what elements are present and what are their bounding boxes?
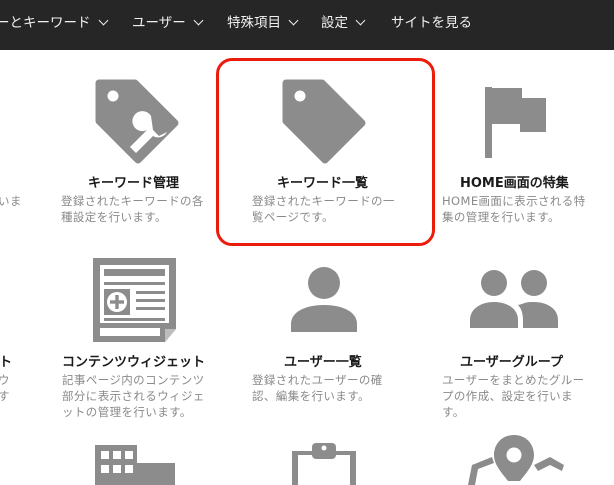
clipboard-icon — [292, 443, 356, 485]
newspaper-plus-icon — [93, 258, 176, 342]
tile-desc-line1: 登録されたユーザーの確 — [252, 373, 383, 387]
tile-title: HOME画面の特集 — [460, 176, 569, 191]
tile-row3-building[interactable] — [55, 435, 215, 485]
tile-title: キーワード管理 — [88, 176, 180, 191]
tile-partial-left-2[interactable]: ト ウ す — [0, 250, 40, 430]
tile-desc-line1: ユーザーをまとめたグルー — [442, 373, 585, 387]
building-icon — [95, 445, 175, 485]
tile-title: ト — [0, 355, 13, 370]
tile-keyword-list[interactable]: キーワード一覧 登録されたキーワードの一 覧ページです。 — [222, 50, 432, 240]
tag-icon — [282, 79, 366, 164]
tile-desc-line2: 種設定を行います。 — [61, 210, 167, 224]
tile-home-feature[interactable]: HOME画面の特集 HOME画面に表示される特 集の管理を行います。 — [436, 50, 614, 240]
tile-desc-line2: プの作成、設定を行いま — [442, 389, 573, 403]
flag-icon — [485, 87, 546, 158]
tile-desc-line1: HOME画面に表示される特 — [442, 194, 586, 208]
tile-desc-line1: 登録されたキーワードの各 — [61, 194, 204, 208]
nav-item-label: ユーザー — [132, 15, 186, 31]
tile-title: コンテンツウィジェット — [62, 355, 206, 370]
tile-partial-left-1[interactable]: いま — [0, 50, 40, 240]
tile-title: キーワード一覧 — [277, 176, 369, 191]
nav-item-special[interactable]: 特殊項目 — [227, 0, 299, 50]
top-nav-bar: ーとキーワード ユーザー 特殊項目 設定 サイトを見る — [0, 0, 614, 50]
tile-desc-line1: ウ — [0, 373, 10, 387]
chevron-down-icon — [98, 15, 108, 26]
tile-content-widget[interactable]: コンテンツウィジェット 記事ページ内のコンテンツ 部分に表示されるウィジェ ット… — [55, 250, 215, 430]
nav-item-label: 設定 — [321, 15, 348, 31]
tile-title: ユーザーグループ — [460, 355, 563, 370]
tile-user-list[interactable]: ユーザー一覧 登録されたユーザーの確 認、編集を行います。 — [222, 250, 432, 430]
nav-item-label: 特殊項目 — [227, 15, 281, 31]
tile-desc: いま — [0, 194, 22, 208]
tile-row3-clipboard[interactable] — [222, 435, 432, 485]
tile-desc-line1: 登録されたキーワードの一 — [252, 194, 395, 208]
chevron-down-icon — [288, 15, 299, 26]
tile-title: ユーザー一覧 — [284, 355, 362, 370]
tile-desc-line3: す。 — [442, 405, 465, 419]
tile-desc-line1: 記事ページ内のコンテンツ — [62, 373, 205, 387]
tile-desc-line2: 部分に表示されるウィジェ — [62, 389, 205, 403]
nav-item-label: サイトを見る — [391, 15, 472, 31]
user-icon — [291, 267, 357, 332]
nav-item-posts-keywords[interactable]: ーとキーワード — [0, 0, 108, 50]
nav-item-view-site[interactable]: サイトを見る — [391, 0, 472, 50]
tile-keyword-manage[interactable]: キーワード管理 登録されたキーワードの各 種設定を行います。 — [55, 50, 215, 240]
map-pin-icon — [468, 435, 564, 485]
nav-item-settings[interactable]: 設定 — [321, 0, 366, 50]
tile-row3-map-pin[interactable] — [436, 435, 614, 485]
tile-desc-line2: す — [0, 389, 10, 403]
tile-desc-line2: 認、編集を行います。 — [252, 389, 370, 403]
wrench-tag-icon — [95, 79, 179, 164]
chevron-down-icon — [355, 15, 366, 26]
nav-item-users[interactable]: ユーザー — [132, 0, 204, 50]
tile-user-group[interactable]: ユーザーグループ ユーザーをまとめたグルー プの作成、設定を行いま す。 — [436, 250, 614, 430]
tile-desc-line2: 集の管理を行います。 — [442, 210, 560, 224]
chevron-down-icon — [193, 15, 204, 26]
user-group-icon — [470, 270, 558, 328]
nav-item-label: ーとキーワード — [0, 15, 91, 31]
tile-desc-line2: 覧ページです。 — [252, 210, 334, 224]
tile-desc-line3: ットの管理を行います。 — [62, 405, 192, 419]
